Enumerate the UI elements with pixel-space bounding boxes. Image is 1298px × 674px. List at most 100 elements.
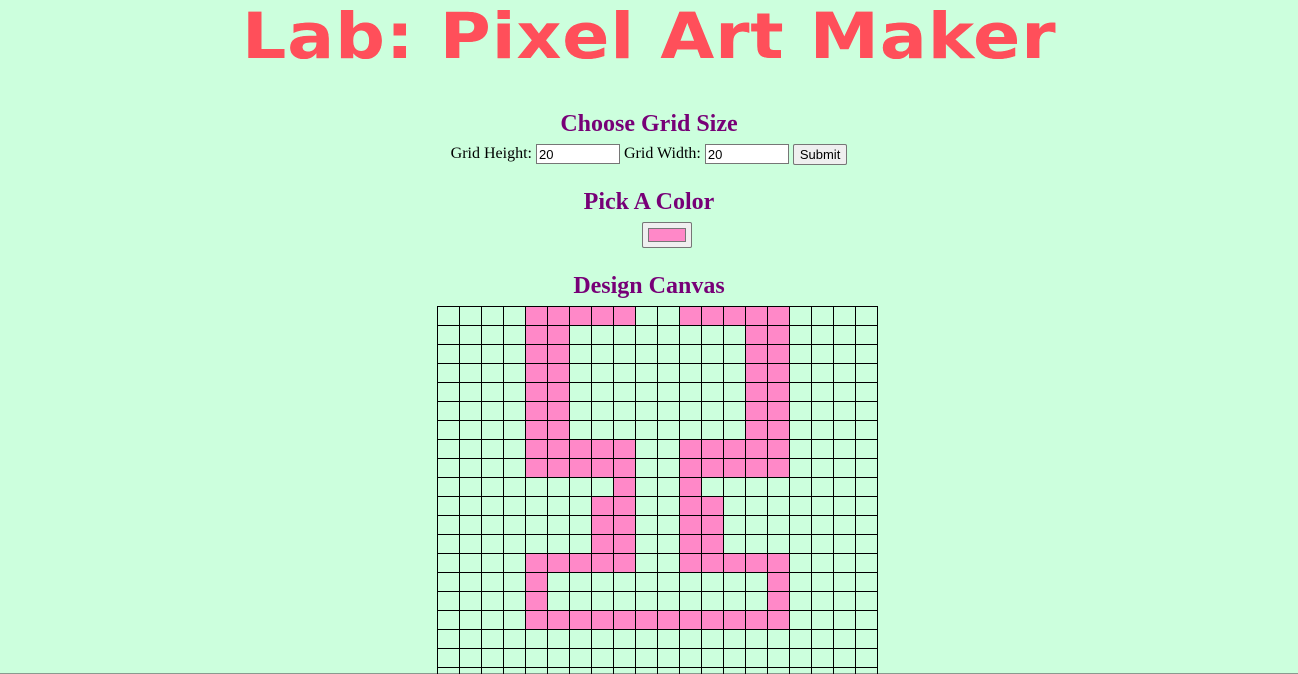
pixel-cell[interactable] bbox=[525, 553, 548, 573]
pixel-cell[interactable] bbox=[437, 382, 460, 402]
pixel-cell[interactable] bbox=[767, 534, 790, 554]
pixel-cell[interactable] bbox=[679, 439, 702, 459]
pixel-cell[interactable] bbox=[833, 477, 856, 497]
pixel-cell[interactable] bbox=[459, 553, 482, 573]
pixel-cell[interactable] bbox=[525, 382, 548, 402]
pixel-cell[interactable] bbox=[679, 610, 702, 630]
pixel-cell[interactable] bbox=[437, 610, 460, 630]
pixel-cell[interactable] bbox=[723, 648, 746, 668]
pixel-cell[interactable] bbox=[525, 629, 548, 649]
pixel-cell[interactable] bbox=[547, 629, 570, 649]
pixel-cell[interactable] bbox=[745, 477, 768, 497]
pixel-cell[interactable] bbox=[789, 629, 812, 649]
pixel-cell[interactable] bbox=[679, 648, 702, 668]
pixel-cell[interactable] bbox=[459, 515, 482, 535]
pixel-cell[interactable] bbox=[767, 610, 790, 630]
pixel-cell[interactable] bbox=[701, 344, 724, 364]
pixel-cell[interactable] bbox=[767, 572, 790, 592]
pixel-cell[interactable] bbox=[679, 534, 702, 554]
pixel-cell[interactable] bbox=[613, 401, 636, 421]
pixel-cell[interactable] bbox=[613, 515, 636, 535]
pixel-cell[interactable] bbox=[503, 553, 526, 573]
pixel-cell[interactable] bbox=[833, 648, 856, 668]
pixel-cell[interactable] bbox=[437, 515, 460, 535]
pixel-cell[interactable] bbox=[679, 363, 702, 383]
pixel-cell[interactable] bbox=[789, 515, 812, 535]
pixel-cell[interactable] bbox=[789, 325, 812, 345]
pixel-cell[interactable] bbox=[833, 458, 856, 478]
pixel-cell[interactable] bbox=[789, 553, 812, 573]
pixel-cell[interactable] bbox=[833, 591, 856, 611]
pixel-cell[interactable] bbox=[459, 648, 482, 668]
pixel-cell[interactable] bbox=[833, 382, 856, 402]
pixel-cell[interactable] bbox=[437, 534, 460, 554]
pixel-cell[interactable] bbox=[569, 325, 592, 345]
pixel-cell[interactable] bbox=[723, 591, 746, 611]
pixel-cell[interactable] bbox=[481, 515, 504, 535]
pixel-cell[interactable] bbox=[635, 591, 658, 611]
pixel-cell[interactable] bbox=[481, 401, 504, 421]
pixel-cell[interactable] bbox=[459, 496, 482, 516]
pixel-cell[interactable] bbox=[525, 306, 548, 326]
pixel-cell[interactable] bbox=[701, 591, 724, 611]
pixel-cell[interactable] bbox=[789, 572, 812, 592]
pixel-cell[interactable] bbox=[569, 306, 592, 326]
pixel-cell[interactable] bbox=[525, 610, 548, 630]
pixel-cell[interactable] bbox=[701, 325, 724, 345]
pixel-cell[interactable] bbox=[745, 401, 768, 421]
pixel-cell[interactable] bbox=[459, 401, 482, 421]
pixel-cell[interactable] bbox=[701, 648, 724, 668]
pixel-cell[interactable] bbox=[525, 534, 548, 554]
pixel-cell[interactable] bbox=[613, 363, 636, 383]
pixel-cell[interactable] bbox=[679, 420, 702, 440]
pixel-cell[interactable] bbox=[635, 667, 658, 674]
pixel-cell[interactable] bbox=[459, 458, 482, 478]
pixel-cell[interactable] bbox=[525, 458, 548, 478]
pixel-cell[interactable] bbox=[833, 572, 856, 592]
pixel-cell[interactable] bbox=[811, 477, 834, 497]
pixel-cell[interactable] bbox=[811, 496, 834, 516]
pixel-cell[interactable] bbox=[459, 420, 482, 440]
pixel-cell[interactable] bbox=[811, 458, 834, 478]
pixel-cell[interactable] bbox=[767, 344, 790, 364]
pixel-cell[interactable] bbox=[481, 477, 504, 497]
pixel-cell[interactable] bbox=[679, 572, 702, 592]
pixel-cell[interactable] bbox=[481, 610, 504, 630]
pixel-cell[interactable] bbox=[635, 325, 658, 345]
pixel-cell[interactable] bbox=[437, 477, 460, 497]
pixel-cell[interactable] bbox=[459, 306, 482, 326]
pixel-cell[interactable] bbox=[437, 572, 460, 592]
pixel-cell[interactable] bbox=[679, 667, 702, 674]
pixel-cell[interactable] bbox=[613, 667, 636, 674]
pixel-cell[interactable] bbox=[657, 420, 680, 440]
pixel-cell[interactable] bbox=[481, 553, 504, 573]
pixel-cell[interactable] bbox=[767, 363, 790, 383]
pixel-cell[interactable] bbox=[613, 382, 636, 402]
pixel-cell[interactable] bbox=[525, 572, 548, 592]
pixel-cell[interactable] bbox=[635, 420, 658, 440]
pixel-cell[interactable] bbox=[547, 401, 570, 421]
pixel-cell[interactable] bbox=[437, 553, 460, 573]
pixel-cell[interactable] bbox=[613, 610, 636, 630]
pixel-cell[interactable] bbox=[591, 515, 614, 535]
pixel-cell[interactable] bbox=[459, 534, 482, 554]
pixel-cell[interactable] bbox=[789, 382, 812, 402]
pixel-cell[interactable] bbox=[855, 458, 878, 478]
pixel-cell[interactable] bbox=[569, 591, 592, 611]
pixel-cell[interactable] bbox=[437, 306, 460, 326]
pixel-cell[interactable] bbox=[855, 591, 878, 611]
pixel-cell[interactable] bbox=[459, 477, 482, 497]
pixel-cell[interactable] bbox=[745, 325, 768, 345]
pixel-cell[interactable] bbox=[547, 515, 570, 535]
pixel-cell[interactable] bbox=[525, 363, 548, 383]
pixel-cell[interactable] bbox=[811, 363, 834, 383]
pixel-cell[interactable] bbox=[569, 553, 592, 573]
pixel-cell[interactable] bbox=[635, 534, 658, 554]
pixel-cell[interactable] bbox=[591, 667, 614, 674]
pixel-canvas[interactable] bbox=[437, 306, 878, 674]
pixel-cell[interactable] bbox=[789, 363, 812, 383]
pixel-cell[interactable] bbox=[723, 515, 746, 535]
pixel-cell[interactable] bbox=[613, 534, 636, 554]
pixel-cell[interactable] bbox=[613, 458, 636, 478]
pixel-cell[interactable] bbox=[657, 306, 680, 326]
